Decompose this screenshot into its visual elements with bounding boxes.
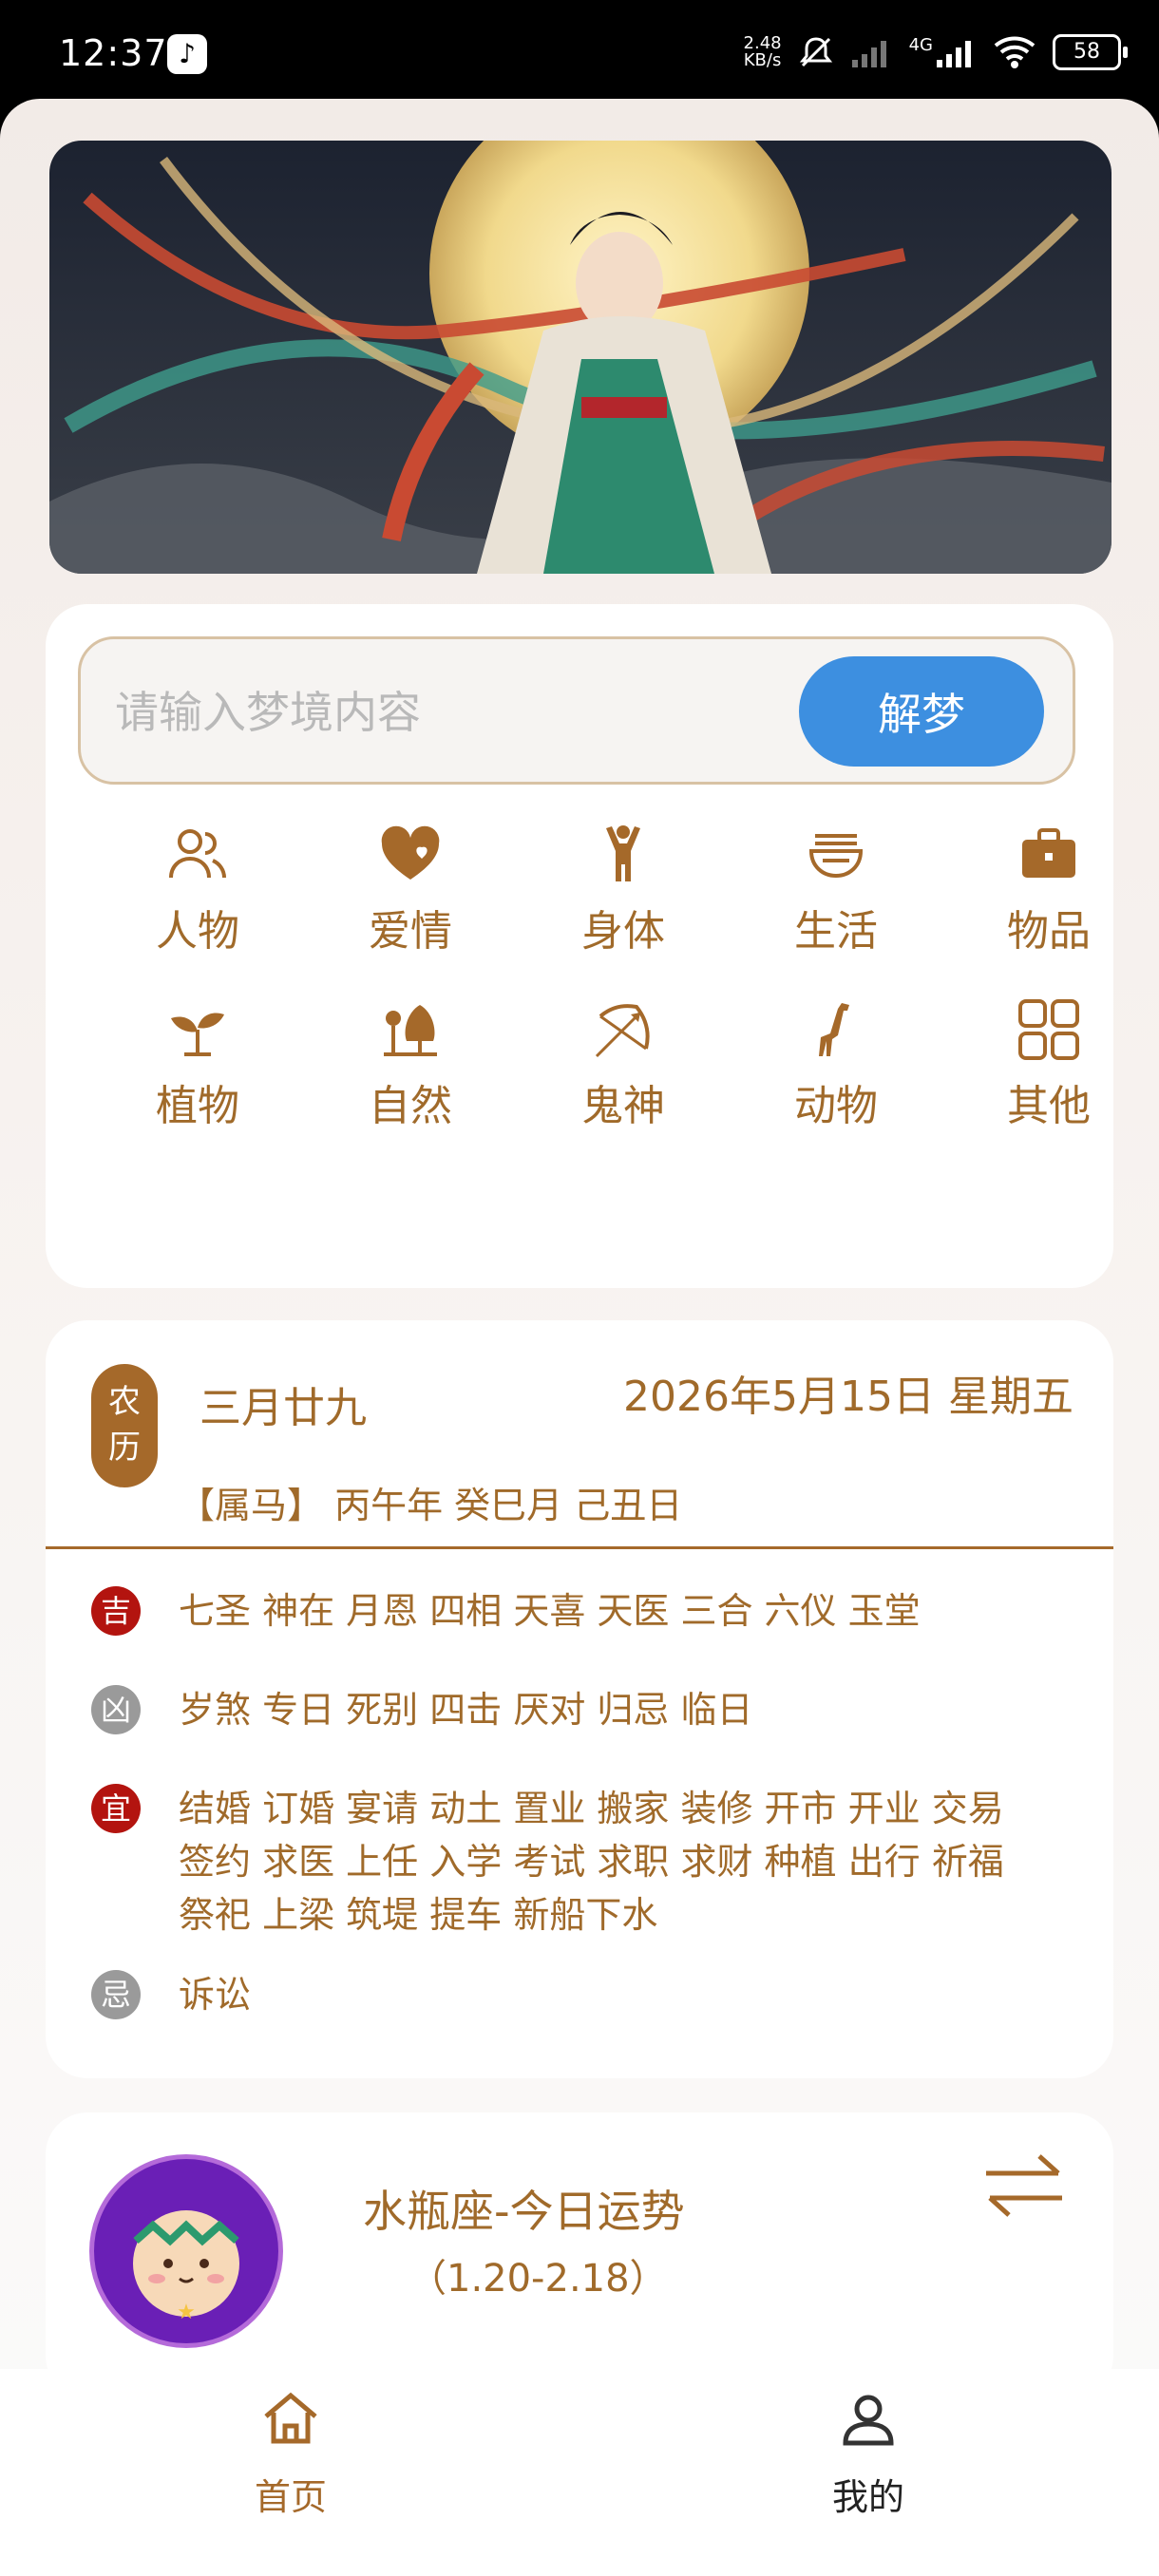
tab-home[interactable]: 首页 xyxy=(196,2388,386,2540)
zodiac-card[interactable]: ★ 水瓶座-今日运势 （1.20-2.18） xyxy=(46,2112,1113,2453)
bowl-icon xyxy=(808,834,864,879)
banner-image[interactable] xyxy=(49,141,1112,574)
zodiac-date-range: （1.20-2.18） xyxy=(408,2257,668,2301)
category-nature[interactable]: 自然 xyxy=(325,997,496,1149)
divider xyxy=(46,1546,1113,1549)
giraffe-icon xyxy=(819,1003,849,1056)
category-ghost-gods[interactable]: 鬼神 xyxy=(538,997,709,1149)
unlucky-tag: 凶 xyxy=(91,1685,141,1734)
signal-x-icon xyxy=(851,41,886,67)
search-card: 解梦 人物 爱情 身体 生活 物品 xyxy=(46,604,1113,1288)
suitable-line-3: 祭祀 上梁 筑堤 提车 新船下水 xyxy=(179,1894,658,1936)
status-bar: 12:37 ♪ 2.48 KB/s 4G 58 xyxy=(0,0,1159,104)
category-people[interactable]: 人物 xyxy=(112,823,283,975)
grid-icon xyxy=(1018,999,1079,1060)
avoid-list: 诉讼 xyxy=(179,1974,252,2016)
unlucky-list: 岁煞 专日 死别 四击 厌对 归忌 临日 xyxy=(179,1689,753,1731)
heart-icon xyxy=(381,825,440,880)
lunar-badge: 农 历 xyxy=(91,1364,158,1487)
briefcase-icon xyxy=(1022,828,1075,878)
solar-date: 2026年5月15日 星期五 xyxy=(623,1373,1074,1421)
category-love[interactable]: 爱情 xyxy=(325,823,496,975)
avoid-tag: 忌 xyxy=(91,1970,141,2019)
app-container: 解梦 人物 爱情 身体 生活 物品 xyxy=(0,99,1159,2576)
suitable-line-1: 结婚 订婚 宴请 动土 置业 搬家 装修 开市 开业 交易 xyxy=(179,1788,1004,1829)
signal-icon xyxy=(937,41,971,67)
category-items[interactable]: 物品 xyxy=(963,823,1134,975)
wifi-icon xyxy=(994,36,1036,68)
aquarius-avatar: ★ xyxy=(89,2154,283,2348)
user-icon xyxy=(843,2395,894,2446)
suitable-tag: 宜 xyxy=(91,1784,141,1833)
system-nav-bar xyxy=(0,2559,1159,2576)
mute-icon xyxy=(799,37,832,67)
body-icon xyxy=(606,825,640,881)
category-plants[interactable]: 植物 xyxy=(112,997,283,1149)
suitable-line-2: 签约 求医 上任 入学 考试 求职 求财 种植 出行 祈福 xyxy=(179,1841,1004,1883)
lucky-tag: 吉 xyxy=(91,1586,141,1636)
tree-icon xyxy=(384,1005,437,1056)
home-icon xyxy=(264,2392,317,2444)
swap-icon[interactable] xyxy=(977,2147,1072,2223)
clock: 12:37 xyxy=(59,32,168,74)
almanac-card: 农 历 三月廿九 2026年5月15日 星期五 【属马】 丙午年 癸巳月 己丑日… xyxy=(46,1320,1113,2078)
dream-search-input[interactable] xyxy=(113,675,772,749)
category-body[interactable]: 身体 xyxy=(538,823,709,975)
aquarius-mascot-icon: ★ xyxy=(133,2210,239,2324)
category-life[interactable]: 生活 xyxy=(750,823,922,975)
ganzhi-info: 【属马】 丙午年 癸巳月 己丑日 xyxy=(179,1485,683,1526)
category-other[interactable]: 其他 xyxy=(963,997,1134,1149)
bow-arrow-icon xyxy=(595,1004,650,1058)
battery-icon: 58 xyxy=(1053,34,1128,70)
search-box: 解梦 xyxy=(78,636,1075,785)
tab-mine[interactable]: 我的 xyxy=(773,2388,963,2540)
fairy-moon-illustration xyxy=(49,141,1112,574)
lunar-date: 三月廿九 xyxy=(200,1384,367,1432)
bottom-tab-bar: 首页 我的 xyxy=(0,2369,1159,2559)
lucky-list: 七圣 神在 月恩 四相 天喜 天医 三合 六仪 玉堂 xyxy=(179,1590,921,1632)
status-icons: 2.48 KB/s 4G 58 xyxy=(743,28,1128,76)
net-speed: 2.48 KB/s xyxy=(743,33,782,70)
people-icon xyxy=(169,829,226,879)
category-animals[interactable]: 动物 xyxy=(750,997,922,1149)
interpret-dream-button[interactable]: 解梦 xyxy=(799,656,1044,767)
sprout-icon xyxy=(171,1013,224,1056)
network-4g: 4G xyxy=(909,35,977,69)
svg-text:★: ★ xyxy=(177,2301,196,2324)
tiktok-icon: ♪ xyxy=(167,34,207,74)
zodiac-title: 水瓶座-今日运势 xyxy=(363,2186,685,2237)
